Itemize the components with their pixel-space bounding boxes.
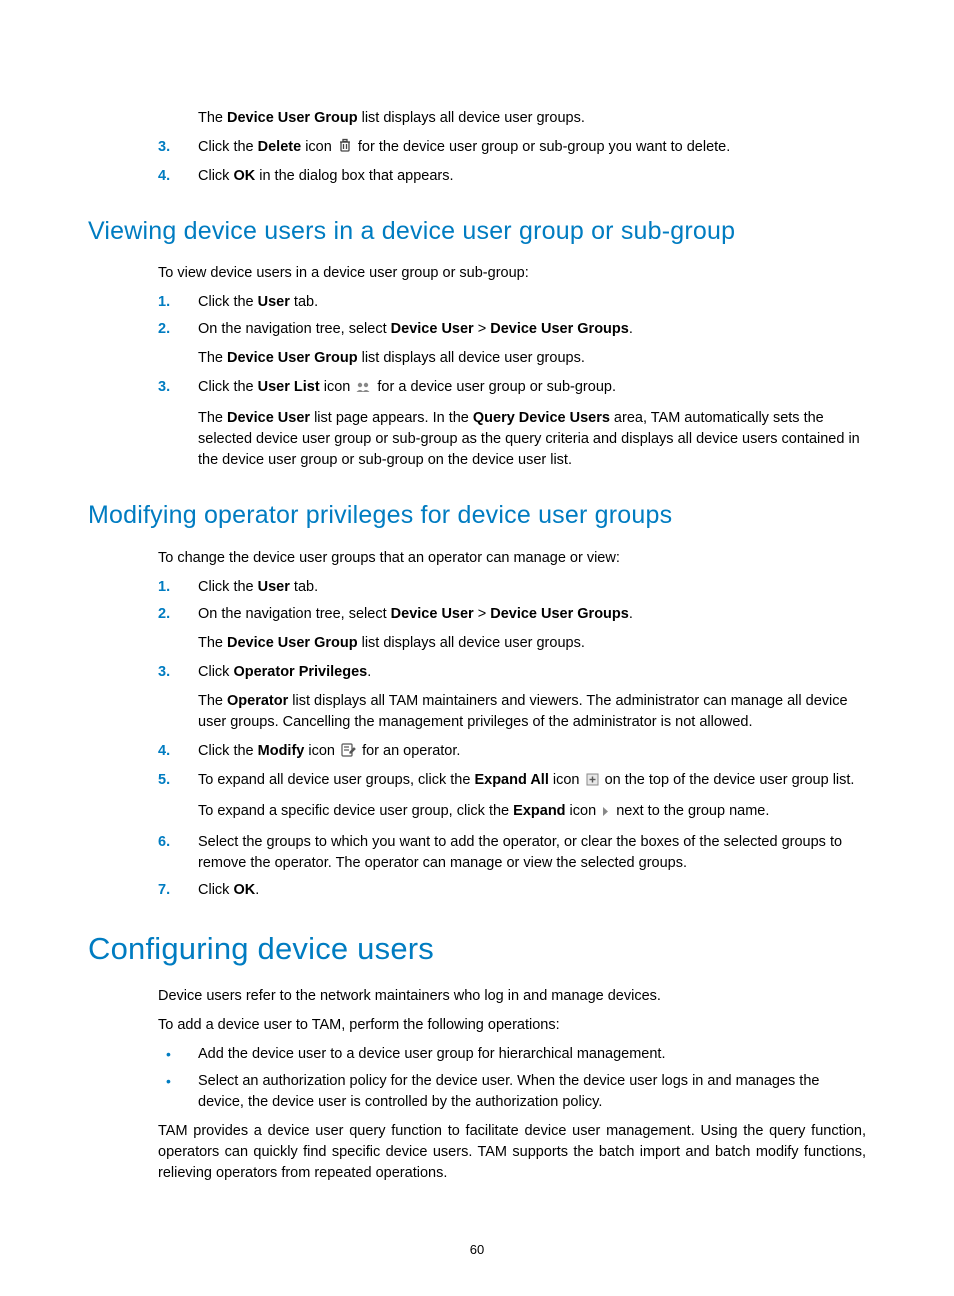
step-1: 1. Click the User tab. xyxy=(158,577,866,598)
mod-steps: 1. Click the User tab. 2. On the navigat… xyxy=(158,577,866,901)
mod-intro: To change the device user groups that an… xyxy=(158,548,866,569)
step-number: 3. xyxy=(158,377,182,398)
step-number: 5. xyxy=(158,770,182,791)
step-4: 4. Click the Modify icon for an operator… xyxy=(158,741,866,764)
step-number: 2. xyxy=(158,319,182,340)
step-6: 6. Select the groups to which you want t… xyxy=(158,832,866,874)
user-list-icon xyxy=(356,379,371,400)
cfg-p2: To add a device user to TAM, perform the… xyxy=(158,1015,866,1036)
page: The Device User Group list displays all … xyxy=(0,0,954,1296)
step-number: 7. xyxy=(158,880,182,901)
step-number: 4. xyxy=(158,166,182,187)
top-steps: 3. Click the Delete icon for the device … xyxy=(158,137,866,187)
step-3-detail: The Operator list displays all TAM maint… xyxy=(198,691,866,733)
step-2: 2. On the navigation tree, select Device… xyxy=(158,604,866,654)
step-number: 6. xyxy=(158,832,182,853)
step-number: 2. xyxy=(158,604,182,625)
expand-icon xyxy=(602,803,610,824)
cfg-p1: Device users refer to the network mainta… xyxy=(158,986,866,1007)
step-3: 3. Click the Delete icon for the device … xyxy=(158,137,866,160)
step-7: 7. Click OK. xyxy=(158,880,866,901)
step-4: 4. Click OK in the dialog box that appea… xyxy=(158,166,866,187)
step-number: 1. xyxy=(158,577,182,598)
view-steps: 1. Click the User tab. 2. On the navigat… xyxy=(158,292,866,471)
step-number: 1. xyxy=(158,292,182,313)
modify-icon xyxy=(341,743,356,764)
heading-viewing: Viewing device users in a device user gr… xyxy=(88,213,866,249)
intro-line: The Device User Group list displays all … xyxy=(158,108,866,129)
step-3-detail: The Device User list page appears. In th… xyxy=(198,408,866,471)
content-area: The Device User Group list displays all … xyxy=(88,108,866,1184)
delete-icon xyxy=(338,138,352,160)
heading-modifying: Modifying operator privileges for device… xyxy=(88,497,866,533)
step-5-detail: To expand a specific device user group, … xyxy=(198,801,866,824)
step-number: 3. xyxy=(158,137,182,158)
list-item: Select an authorization policy for the d… xyxy=(158,1071,866,1113)
step-number: 3. xyxy=(158,662,182,683)
step-3: 3. Click the User List icon for a device… xyxy=(158,377,866,471)
cfg-bullets: Add the device user to a device user gro… xyxy=(158,1044,866,1113)
view-intro: To view device users in a device user gr… xyxy=(158,263,866,284)
step-5: 5. To expand all device user groups, cli… xyxy=(158,770,866,824)
step-1: 1. Click the User tab. xyxy=(158,292,866,313)
step-2-detail: The Device User Group list displays all … xyxy=(198,633,866,654)
step-2-detail: The Device User Group list displays all … xyxy=(198,348,866,369)
expand-all-icon xyxy=(586,772,599,793)
step-2: 2. On the navigation tree, select Device… xyxy=(158,319,866,369)
cfg-p3: TAM provides a device user query functio… xyxy=(158,1121,866,1184)
list-item: Add the device user to a device user gro… xyxy=(158,1044,866,1065)
page-number: 60 xyxy=(0,1241,954,1260)
step-3: 3. Click Operator Privileges. The Operat… xyxy=(158,662,866,733)
heading-configuring: Configuring device users xyxy=(88,927,866,972)
step-number: 4. xyxy=(158,741,182,762)
